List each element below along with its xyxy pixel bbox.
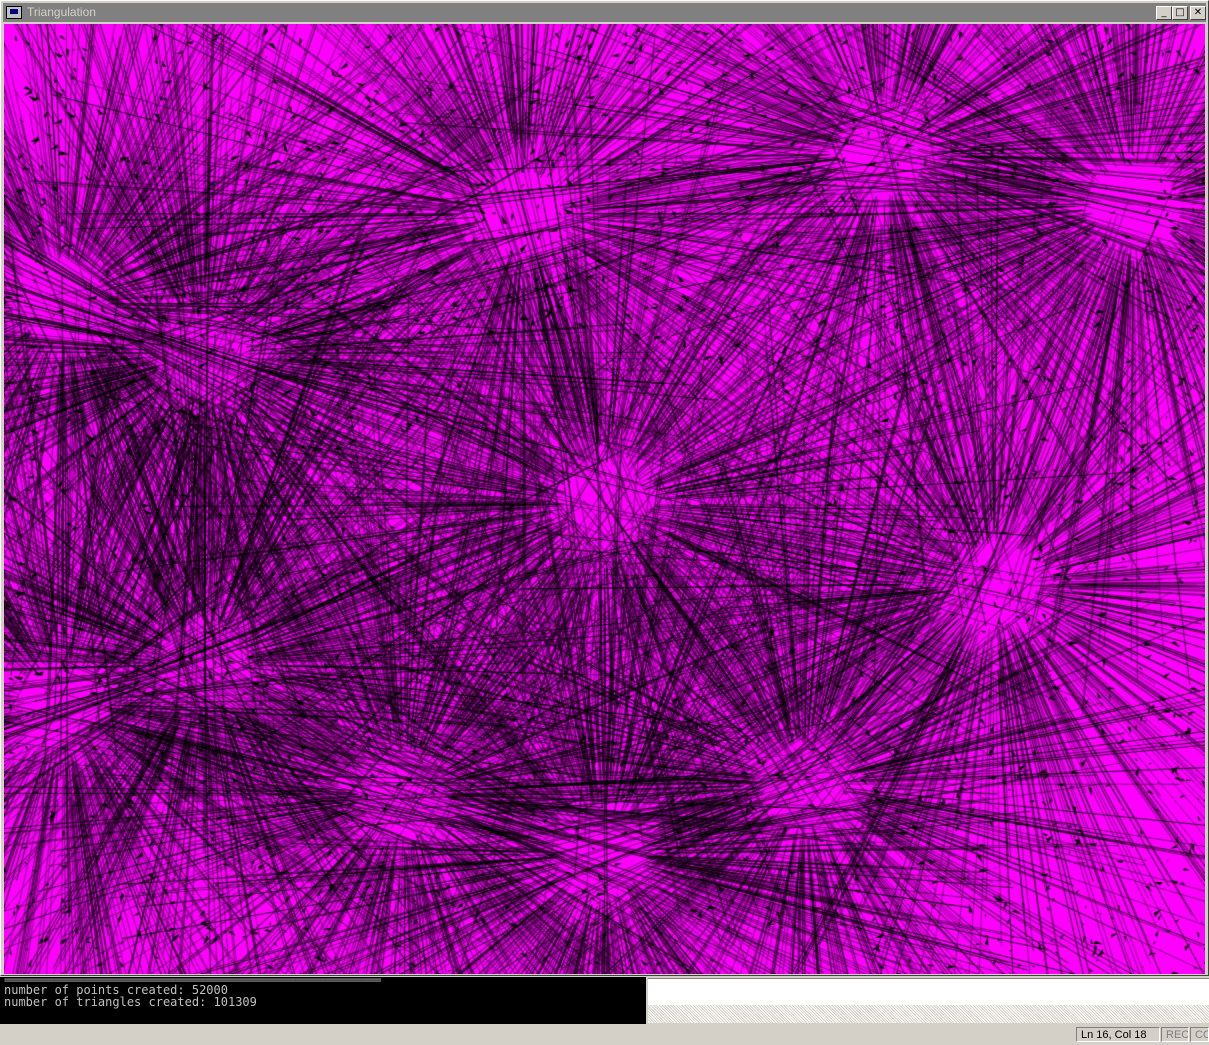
close-button[interactable]: ✕ (1190, 6, 1206, 20)
triangle-mesh-drawing (4, 24, 1205, 974)
maximize-button[interactable]: □ (1172, 6, 1188, 20)
status-bar: Ln 16, Col 18 REC COL (0, 1025, 1209, 1045)
horizontal-scrollbar[interactable] (648, 1005, 1209, 1023)
status-cursor-position: Ln 16, Col 18 (1076, 1027, 1160, 1042)
minimize-button[interactable]: _ (1156, 6, 1172, 20)
status-col-indicator: COL (1190, 1027, 1209, 1042)
console-output: ========================================… (0, 977, 646, 1024)
triangulation-window: Triangulation _ □ ✕ (0, 0, 1209, 976)
editor-pane[interactable] (648, 978, 1209, 1005)
triangulation-canvas[interactable] (4, 24, 1205, 974)
console-line-triangles: number of triangles created: 101309 (4, 995, 257, 1009)
status-rec-indicator: REC (1161, 1027, 1189, 1042)
window-title: Triangulation (27, 5, 96, 19)
window-app-icon[interactable] (6, 6, 22, 19)
window-titlebar[interactable]: Triangulation _ □ ✕ (3, 3, 1206, 22)
